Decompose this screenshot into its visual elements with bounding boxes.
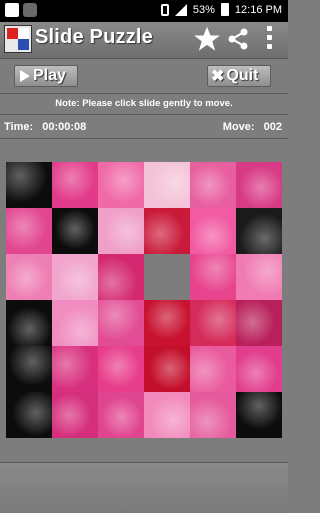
play-icon: [20, 70, 30, 82]
app-title: Slide Puzzle: [35, 26, 153, 48]
puzzle-tile[interactable]: [144, 208, 190, 254]
puzzle-tile[interactable]: [52, 300, 98, 346]
puzzle-tile[interactable]: [6, 346, 52, 392]
puzzle-tile[interactable]: [236, 254, 282, 300]
puzzle-tile[interactable]: [144, 392, 190, 438]
empty-slot: [144, 254, 190, 300]
app-logo-icon: [4, 25, 32, 53]
move-value: 002: [263, 121, 282, 133]
play-button-label: Play: [33, 67, 66, 84]
puzzle-tile[interactable]: [52, 162, 98, 208]
puzzle-tile[interactable]: [98, 300, 144, 346]
notification-app-icon: [5, 3, 19, 17]
puzzle-tile[interactable]: [144, 162, 190, 208]
share-icon[interactable]: [226, 27, 250, 51]
bottom-bar: [0, 462, 288, 513]
title-bar: Slide Puzzle: [0, 22, 288, 59]
close-icon: ✖: [211, 68, 225, 85]
puzzle-tile[interactable]: [6, 162, 52, 208]
puzzle-tile[interactable]: [236, 346, 282, 392]
battery-percent: 53%: [192, 3, 215, 16]
clock: 12:16 PM: [234, 3, 282, 16]
puzzle-tile[interactable]: [144, 346, 190, 392]
puzzle-tile[interactable]: [190, 208, 236, 254]
puzzle-tile[interactable]: [98, 254, 144, 300]
puzzle-tile[interactable]: [6, 300, 52, 346]
quit-button-label: Quit: [226, 67, 259, 84]
status-bar: 53% 12:16 PM: [0, 0, 288, 22]
move-label: Move:: [222, 121, 255, 133]
signal-icon: [174, 3, 187, 16]
puzzle-tile[interactable]: [236, 392, 282, 438]
puzzle-tile[interactable]: [190, 346, 236, 392]
divider: [0, 114, 288, 115]
puzzle-tile[interactable]: [98, 346, 144, 392]
puzzle-tile[interactable]: [144, 300, 190, 346]
puzzle-tile[interactable]: [6, 208, 52, 254]
puzzle-tile[interactable]: [6, 392, 52, 438]
puzzle-tile[interactable]: [98, 392, 144, 438]
puzzle-tile[interactable]: [236, 208, 282, 254]
move-counter: Move: 002: [223, 121, 282, 133]
puzzle-tile[interactable]: [98, 162, 144, 208]
quit-button[interactable]: ✖ Quit: [207, 65, 271, 87]
divider: [0, 93, 288, 94]
puzzle-tile[interactable]: [52, 346, 98, 392]
usb-debug-icon: [23, 3, 37, 17]
puzzle-tile[interactable]: [52, 392, 98, 438]
puzzle-tile[interactable]: [52, 254, 98, 300]
overflow-menu-icon[interactable]: [264, 26, 274, 54]
puzzle-board: [6, 162, 282, 438]
star-icon[interactable]: [193, 25, 221, 53]
puzzle-tile[interactable]: [190, 162, 236, 208]
play-button[interactable]: Play: [14, 65, 78, 87]
time-value: 00:00:08: [42, 121, 87, 133]
puzzle-tile[interactable]: [236, 162, 282, 208]
puzzle-tile[interactable]: [98, 208, 144, 254]
timer: Time: 00:00:08: [4, 121, 86, 133]
puzzle-tile[interactable]: [190, 392, 236, 438]
battery-icon: [220, 3, 229, 16]
divider: [0, 138, 288, 139]
vibrate-icon: [160, 3, 169, 16]
puzzle-tile[interactable]: [52, 208, 98, 254]
puzzle-tile[interactable]: [236, 300, 282, 346]
puzzle-tile[interactable]: [190, 254, 236, 300]
puzzle-tile[interactable]: [190, 300, 236, 346]
instruction-note: Note: Please click slide gently to move.: [55, 98, 233, 109]
puzzle-tile[interactable]: [6, 254, 52, 300]
time-label: Time:: [4, 121, 34, 133]
